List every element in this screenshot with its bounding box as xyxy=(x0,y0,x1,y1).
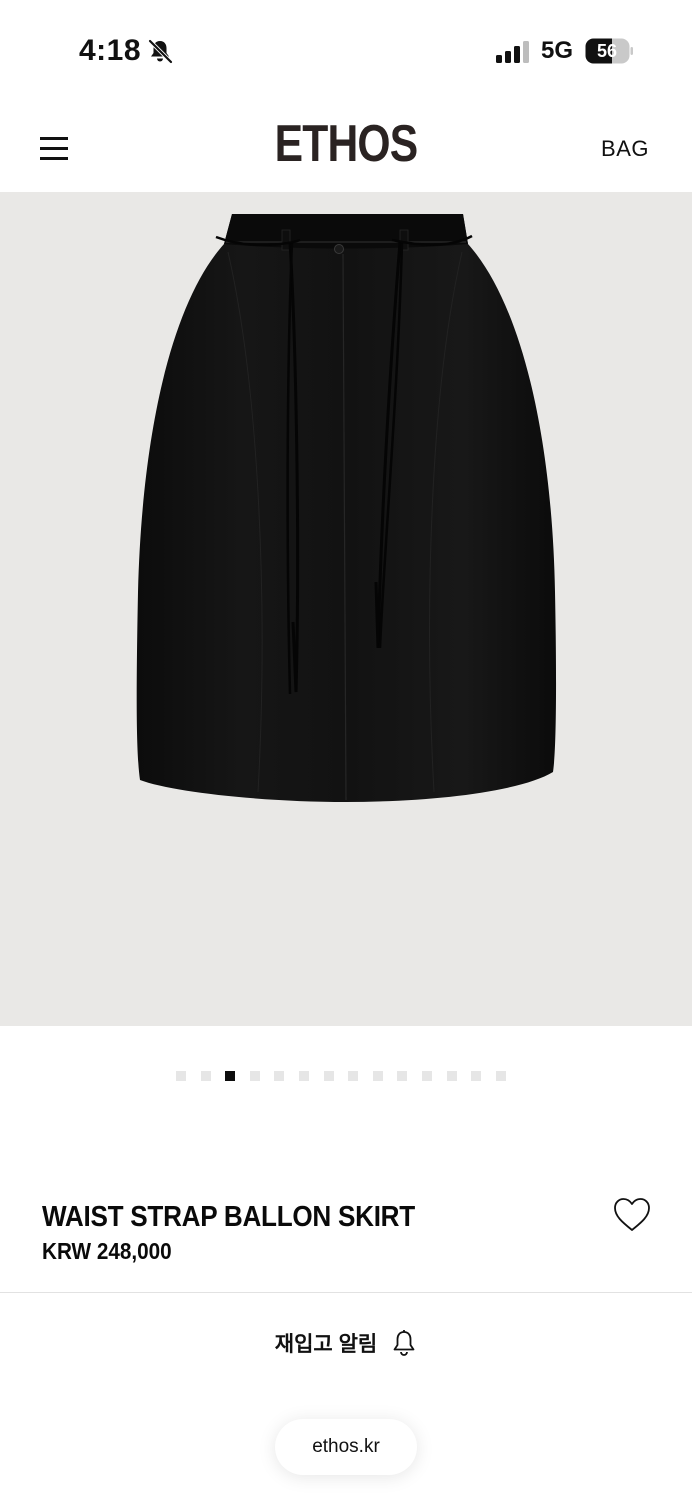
carousel-dot[interactable] xyxy=(348,1071,359,1081)
carousel-dot[interactable] xyxy=(225,1071,236,1081)
carousel-dot[interactable] xyxy=(274,1071,285,1081)
battery-level: 56 xyxy=(597,41,617,61)
divider xyxy=(0,1292,692,1293)
carousel-dot[interactable] xyxy=(298,1071,309,1081)
brand-logo[interactable]: ETHOS xyxy=(62,114,629,174)
carousel-dot[interactable] xyxy=(446,1071,457,1081)
skirt-illustration xyxy=(136,214,557,802)
carousel-dot[interactable] xyxy=(323,1071,334,1081)
carousel-dot[interactable] xyxy=(200,1071,211,1081)
bell-slash-icon xyxy=(148,39,173,64)
browser-url-pill[interactable]: ethos.kr xyxy=(275,1419,417,1475)
carousel-dot[interactable] xyxy=(397,1071,408,1081)
heart-outline-icon[interactable] xyxy=(612,1196,652,1234)
bag-link[interactable]: BAG xyxy=(601,136,649,162)
status-bar: 4:18 5G 56 xyxy=(0,0,692,100)
carousel-dot[interactable] xyxy=(176,1071,186,1081)
site-header: ETHOS BAG xyxy=(0,100,692,192)
carousel-dot[interactable] xyxy=(495,1071,506,1081)
product-name: WAIST STRAP BALLON SKIRT xyxy=(42,1201,415,1233)
network-type: 5G xyxy=(541,37,574,64)
carousel-dot[interactable] xyxy=(249,1071,260,1081)
restock-alert-label: 재입고 알림 xyxy=(274,1333,378,1356)
battery-icon: 56 xyxy=(585,38,633,64)
cellular-signal-icon xyxy=(496,41,529,63)
carousel-dot[interactable] xyxy=(471,1071,482,1081)
carousel-indicators xyxy=(176,1071,506,1083)
product-image[interactable] xyxy=(0,192,692,1026)
status-time: 4:18 xyxy=(79,34,142,67)
bell-icon xyxy=(393,1330,415,1356)
product-price: KRW 248,000 xyxy=(42,1238,172,1264)
restock-alert-button[interactable]: 재입고 알림 xyxy=(0,1318,692,1368)
carousel-dot[interactable] xyxy=(421,1071,432,1081)
carousel-dot[interactable] xyxy=(372,1071,383,1081)
